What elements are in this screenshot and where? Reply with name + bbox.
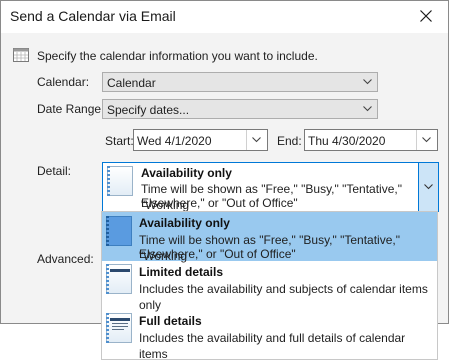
end-date-value: Thu 4/30/2020 (308, 134, 386, 148)
chevron-down-icon (363, 106, 372, 112)
option-desc: Elsewhere," or "Out of Office" (139, 247, 296, 261)
start-date-field[interactable]: Wed 4/1/2020 (133, 129, 268, 151)
date-range-label: Date Range: (37, 102, 105, 116)
dialog-title: Send a Calendar via Email (10, 8, 176, 24)
detail-dropdown-list: Availability only Time will be shown as … (101, 211, 438, 361)
close-icon (420, 10, 432, 22)
start-label: Start: (105, 134, 134, 148)
chevron-down-icon (363, 79, 372, 85)
detail-dropdown-button[interactable] (418, 163, 438, 211)
option-title: Limited details (139, 265, 224, 279)
chevron-down-icon (252, 137, 261, 143)
calendar-full-icon (106, 313, 132, 343)
date-range-select[interactable]: Specify dates... (102, 99, 378, 119)
calendar-icon (13, 48, 29, 62)
calendar-availability-icon (107, 166, 133, 196)
option-desc: Includes the availability and full detai… (139, 331, 406, 361)
option-availability-only[interactable]: Availability only Time will be shown as … (102, 212, 437, 263)
start-date-value: Wed 4/1/2020 (137, 134, 212, 148)
option-title: Availability only (139, 216, 230, 230)
close-button[interactable] (404, 1, 448, 33)
detail-select[interactable]: Availability only Time will be shown as … (102, 162, 439, 212)
option-title: Full details (139, 314, 202, 328)
detail-selected-title: Availability only (141, 166, 232, 180)
detail-label: Detail: (37, 164, 72, 178)
calendar-availability-icon (106, 216, 132, 246)
start-date-dropdown-button[interactable] (246, 130, 267, 150)
calendar-label: Calendar: (37, 75, 90, 89)
advanced-label: Advanced: (37, 252, 94, 266)
date-range-select-value: Specify dates... (107, 103, 190, 117)
end-label: End: (277, 134, 302, 148)
instruction-text: Specify the calendar information you wan… (37, 49, 318, 63)
option-limited-details[interactable]: Limited details Includes the availabilit… (102, 261, 437, 312)
option-full-details[interactable]: Full details Includes the availability a… (102, 309, 437, 361)
end-date-dropdown-button[interactable] (416, 130, 437, 150)
chevron-down-icon (424, 184, 433, 190)
chevron-down-icon (422, 137, 431, 143)
calendar-select[interactable]: Calendar (102, 72, 378, 92)
end-date-field[interactable]: Thu 4/30/2020 (304, 129, 438, 151)
calendar-limited-icon (106, 264, 132, 294)
detail-selected-desc-line2: Elsewhere," or "Out of Office" (141, 196, 298, 210)
calendar-select-value: Calendar (107, 76, 156, 90)
title-bar: Send a Calendar via Email (1, 1, 448, 33)
